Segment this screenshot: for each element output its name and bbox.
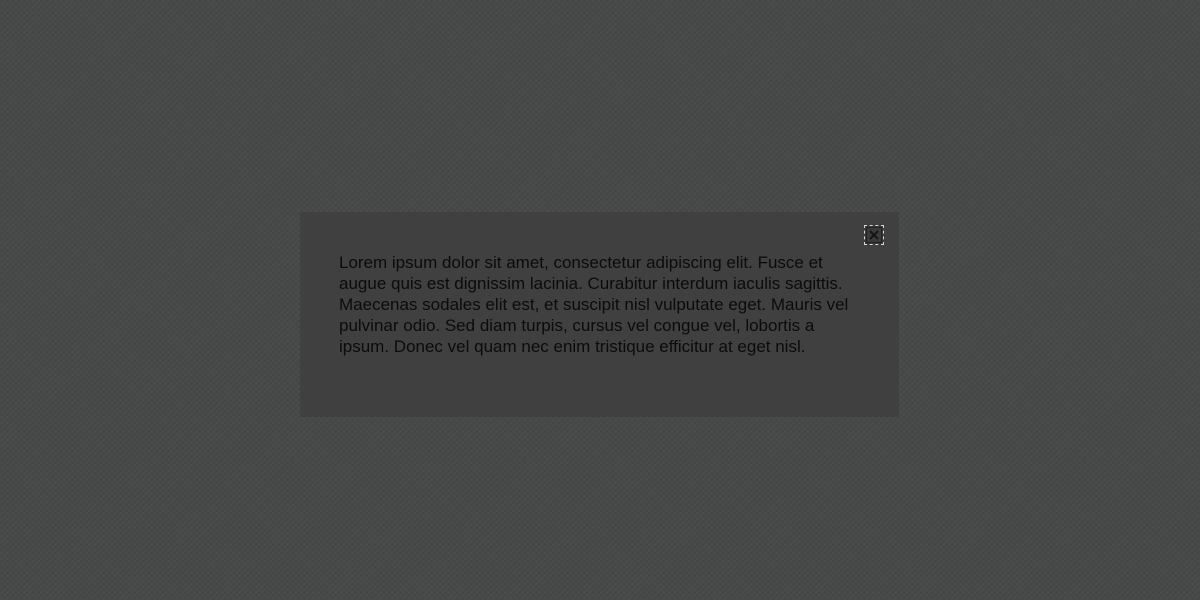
modal-dialog: Lorem ipsum dolor sit amet, consectetur … — [300, 212, 899, 417]
close-button[interactable] — [864, 225, 884, 245]
modal-body-text: Lorem ipsum dolor sit amet, consectetur … — [339, 253, 849, 356]
close-icon — [869, 230, 879, 240]
